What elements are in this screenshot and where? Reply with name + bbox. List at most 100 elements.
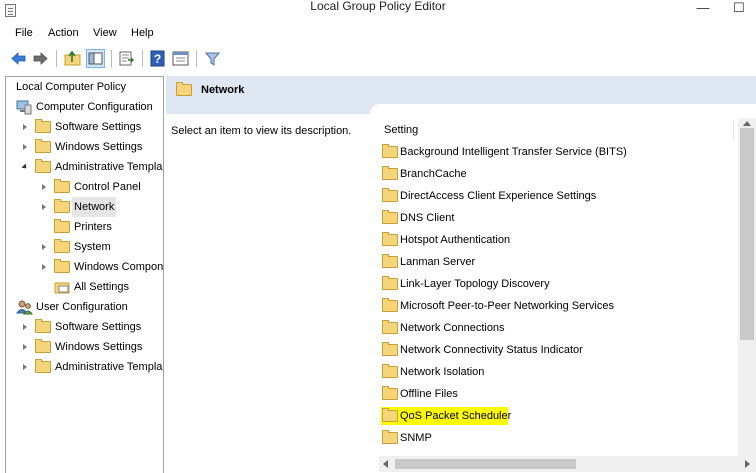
tree-label: System: [74, 241, 111, 253]
scroll-up-icon[interactable]: [743, 121, 751, 126]
list-item-label: Lanman Server: [400, 256, 476, 268]
expand-arrow-icon[interactable]: [23, 324, 27, 330]
list-item-label: DirectAccess Client Experience Settings: [400, 190, 597, 202]
folder-icon: [382, 232, 398, 246]
toolbar-separator: [196, 50, 197, 67]
tree-label-selected: Network: [72, 197, 117, 217]
details-pane: Network Select an item to view its descr…: [166, 76, 756, 472]
menu-help[interactable]: Help: [131, 27, 154, 39]
filter-icon: [204, 52, 221, 66]
folder-icon: [382, 188, 398, 202]
list-item-label: Link-Layer Topology Discovery: [400, 278, 550, 290]
menu-file[interactable]: File: [15, 27, 33, 39]
tree-label: Administrative Templa: [55, 161, 163, 173]
banner-title: Network: [201, 84, 245, 96]
tree-label: Software Settings: [55, 121, 142, 133]
folder-up-icon: [64, 50, 81, 66]
export-list-button[interactable]: [117, 49, 136, 68]
maximize-button[interactable]: ☐: [728, 0, 750, 18]
folder-icon: [54, 179, 70, 193]
folder-icon: [382, 166, 398, 180]
folder-icon: [382, 408, 398, 422]
expand-arrow-icon[interactable]: [23, 364, 27, 370]
menu-action[interactable]: Action: [48, 27, 79, 39]
folder-icon: [54, 259, 70, 273]
window-title: Local Group Policy Editor: [310, 0, 446, 13]
tree-label: Windows Settings: [55, 341, 143, 353]
expand-arrow-icon[interactable]: [42, 204, 46, 210]
list-item-label: Network Connections: [400, 322, 505, 334]
folder-icon: [35, 319, 51, 333]
vertical-scroll-thumb[interactable]: [740, 128, 754, 340]
horizontal-scrollbar[interactable]: [379, 456, 756, 472]
help-icon: ?: [150, 50, 165, 67]
collapse-arrow-icon[interactable]: [21, 163, 29, 171]
tree-label: User Configuration: [36, 301, 128, 313]
properties-button[interactable]: [171, 49, 190, 68]
tree-label: Windows Compone: [74, 261, 164, 273]
folder-icon: [35, 119, 51, 133]
folder-icon: [382, 144, 398, 158]
forward-button[interactable]: [31, 49, 50, 68]
forward-arrow-icon: [33, 52, 48, 65]
expand-arrow-icon[interactable]: [23, 144, 27, 150]
tree-label: All Settings: [74, 281, 130, 293]
properties-icon: [172, 51, 189, 66]
folder-icon: [54, 239, 70, 253]
list-item-label: QoS Packet Scheduler: [400, 410, 512, 422]
list-item-label: Background Intelligent Transfer Service …: [400, 146, 627, 158]
export-list-icon: [119, 51, 134, 66]
back-button[interactable]: [9, 49, 28, 68]
folder-icon: [35, 159, 51, 173]
expand-arrow-icon[interactable]: [42, 244, 46, 250]
folder-icon: [176, 82, 192, 96]
scroll-left-icon[interactable]: [383, 460, 388, 468]
banner-band-curve: [370, 104, 756, 114]
folder-icon: [382, 364, 398, 378]
folder-icon: [35, 139, 51, 153]
expand-arrow-icon[interactable]: [42, 184, 46, 190]
up-one-level-button[interactable]: [63, 49, 82, 68]
list-item-label: Offline Files: [400, 388, 458, 400]
toolbar: ?: [0, 45, 756, 73]
svg-text:?: ?: [154, 52, 161, 66]
folder-icon: [382, 386, 398, 400]
list-item-label: Network Connectivity Status Indicator: [400, 344, 583, 356]
expand-arrow-icon[interactable]: [23, 124, 27, 130]
console-tree: Local Computer Policy Computer Configura…: [5, 76, 164, 473]
folder-icon: [382, 254, 398, 268]
toolbar-separator: [142, 50, 143, 67]
folder-icon: [35, 339, 51, 353]
list-item-label: Hotspot Authentication: [400, 234, 511, 246]
tree-label: Control Panel: [74, 181, 141, 193]
horizontal-scroll-thumb[interactable]: [395, 459, 576, 469]
list-item-label: SNMP: [400, 432, 432, 444]
tree-label: Software Settings: [55, 321, 142, 333]
filter-button[interactable]: [203, 49, 222, 68]
minimize-button[interactable]: —: [692, 0, 714, 18]
help-button[interactable]: ?: [148, 49, 167, 68]
menu-view[interactable]: View: [93, 27, 117, 39]
folder-icon: [382, 210, 398, 224]
scroll-right-icon[interactable]: [745, 460, 750, 468]
menu-bar: File Action View Help: [0, 22, 756, 44]
show-hide-console-tree-button[interactable]: [86, 49, 105, 68]
tree-label: Local Computer Policy: [16, 81, 127, 93]
tree-label: Computer Configuration: [36, 101, 153, 113]
expand-arrow-icon[interactable]: [42, 264, 46, 270]
users-icon: [16, 300, 33, 315]
expand-arrow-icon[interactable]: [23, 344, 27, 350]
folder-icon: [382, 430, 398, 444]
folder-icon: [54, 219, 70, 233]
vertical-scrollbar[interactable]: [738, 118, 756, 456]
column-header-setting[interactable]: Setting: [379, 120, 734, 140]
computer-icon: [16, 100, 32, 115]
toolbar-separator: [111, 50, 112, 67]
description-text: Select an item to view its description.: [171, 125, 352, 137]
all-settings-icon: [54, 282, 70, 294]
tree-label: Printers: [74, 221, 112, 233]
title-bar: Local Group Policy Editor — ☐: [0, 0, 756, 22]
folder-icon: [54, 199, 70, 213]
list-item-label: DNS Client: [400, 212, 455, 224]
list-item-label: Microsoft Peer-to-Peer Networking Servic…: [400, 300, 614, 312]
